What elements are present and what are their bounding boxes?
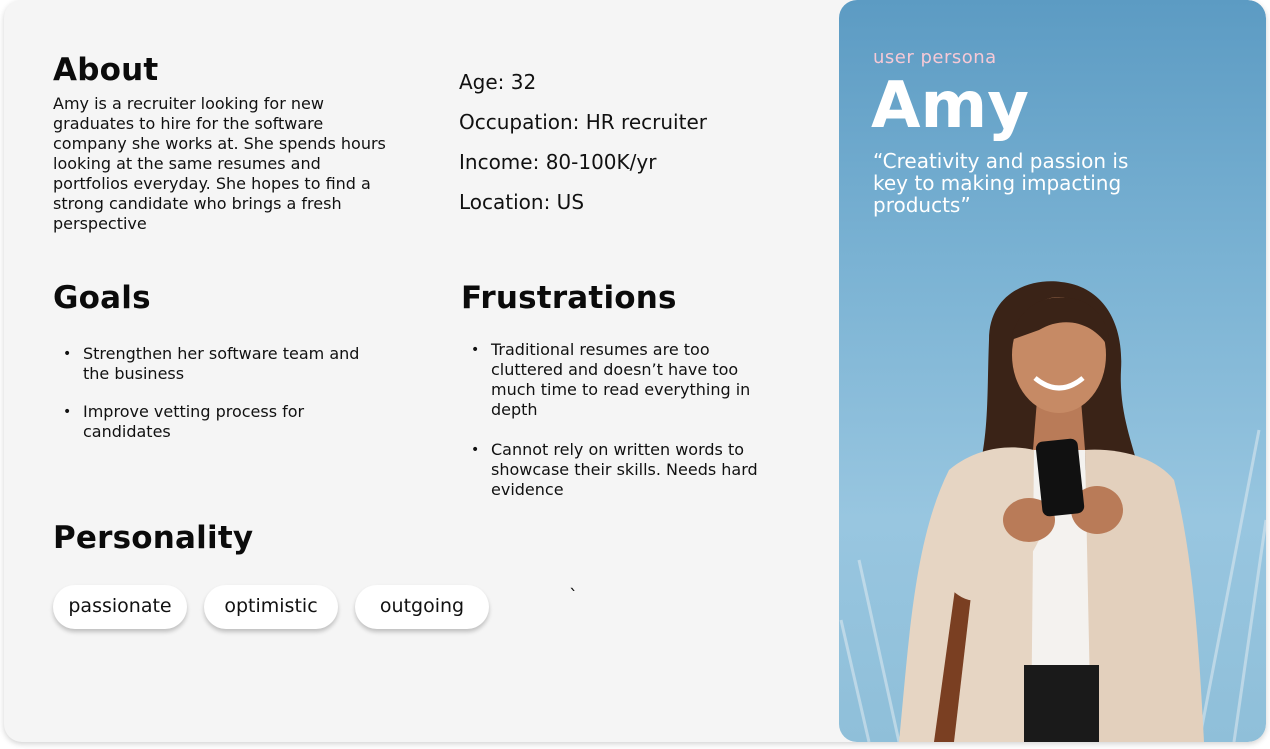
trait-pill: optimistic [204, 585, 338, 629]
persona-label: user persona [873, 47, 997, 68]
persona-name: Amy [871, 69, 1029, 143]
stat-location: Location: US [459, 190, 585, 214]
persona-card: About Amy is a recruiter looking for new… [4, 0, 1266, 742]
goals-heading: Goals [53, 280, 151, 316]
persona-quote: “Creativity and passion is key to making… [873, 149, 1129, 217]
about-heading: About [53, 52, 159, 88]
persona-panel: user persona Amy “Creativity and passion… [839, 0, 1266, 742]
frustration-item: Traditional resumes are too cluttered an… [461, 340, 771, 420]
about-text: Amy is a recruiter looking for new gradu… [53, 94, 386, 233]
goal-item: Improve vetting process for candidates [53, 402, 383, 442]
stat-age: Age: 32 [459, 70, 537, 94]
goal-item: Strengthen her software team and the bus… [53, 344, 383, 384]
frustration-item: Cannot rely on written words to showcase… [461, 440, 771, 500]
stray-mark: ` [569, 586, 578, 607]
trait-pill: passionate [53, 585, 187, 629]
stats-list: Age: 32 Occupation: HR recruiter Income:… [459, 68, 707, 228]
trait-pill: outgoing [355, 585, 489, 629]
frustrations-heading: Frustrations [461, 280, 677, 316]
stat-occupation: Occupation: HR recruiter [459, 110, 707, 134]
frustrations-list: Traditional resumes are too cluttered an… [461, 340, 771, 520]
stat-income: Income: 80-100K/yr [459, 150, 657, 174]
goals-list: Strengthen her software team and the bus… [53, 344, 383, 460]
personality-heading: Personality [53, 520, 254, 556]
